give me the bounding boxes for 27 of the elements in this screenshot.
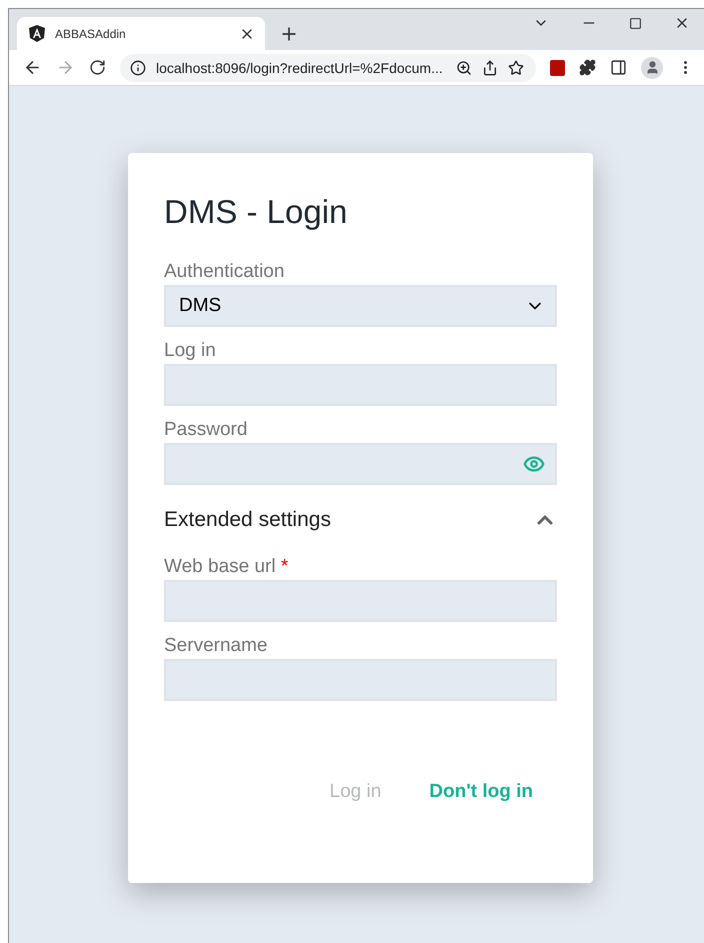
address-bar[interactable]: localhost:8096/login?redirectUrl=%2Fdocum... <box>120 54 536 82</box>
puzzle-icon[interactable] <box>579 59 596 76</box>
extended-settings-label[interactable]: Extended settings <box>164 508 331 532</box>
input-field[interactable] <box>164 659 557 701</box>
star-icon[interactable] <box>508 60 524 76</box>
field-label: Password <box>164 419 248 441</box>
browser-tab[interactable]: ABBASAddin <box>17 17 265 50</box>
dialog-title: DMS - Login <box>164 193 348 231</box>
info-icon <box>130 60 146 76</box>
input-field[interactable] <box>164 364 557 406</box>
field-label: Authentication <box>164 261 286 283</box>
input-field[interactable] <box>164 580 557 622</box>
profile-icon[interactable] <box>641 56 663 78</box>
side-panel-icon[interactable] <box>610 59 628 76</box>
field-label: Log in <box>164 340 217 362</box>
tab-title: ABBASAddin <box>55 26 127 40</box>
reload-icon[interactable] <box>89 59 106 76</box>
field-label: Servername <box>164 635 268 657</box>
required-mark: * <box>280 556 288 577</box>
authentication-select[interactable]: DMS <box>164 285 557 327</box>
shield-logo-icon <box>29 25 45 42</box>
share-icon[interactable] <box>482 60 498 76</box>
pdf-extension-icon[interactable] <box>550 60 566 76</box>
password-field[interactable] <box>164 443 557 485</box>
field-label: Web base url * <box>164 556 290 578</box>
zoom-icon[interactable] <box>456 60 472 76</box>
maximize-icon[interactable] <box>629 15 642 31</box>
